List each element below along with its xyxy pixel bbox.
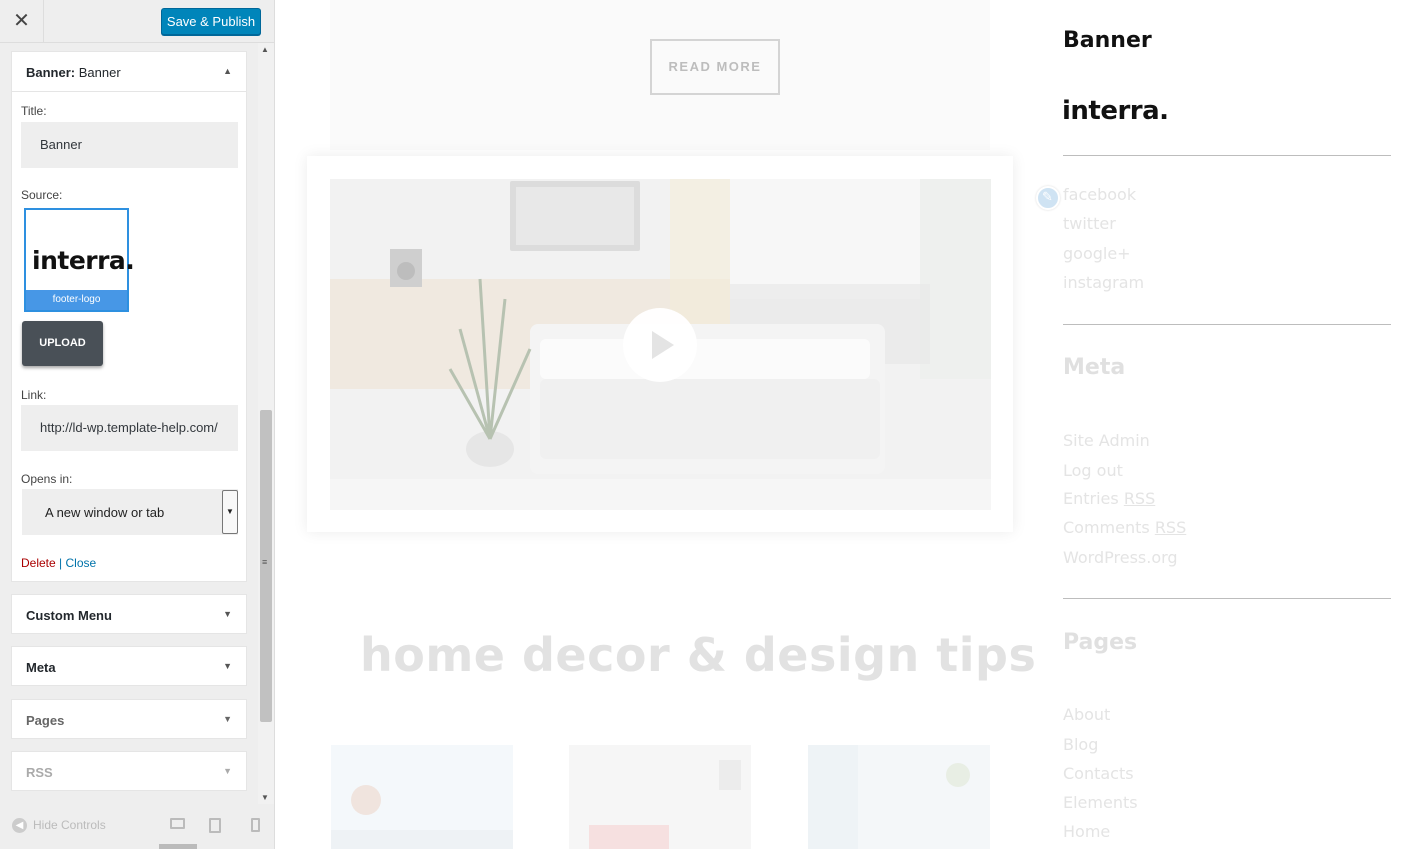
meta-link-log-out[interactable]: Log out bbox=[1063, 461, 1123, 480]
rss-abbr: RSS bbox=[1123, 489, 1156, 508]
section-heading: home decor & design tips bbox=[360, 628, 1037, 682]
delete-widget-link[interactable]: Delete bbox=[21, 556, 56, 570]
social-link-instagram[interactable]: instagram bbox=[1063, 273, 1144, 292]
site-preview: READ MORE home decor & design tips Banne… bbox=[275, 0, 1419, 849]
video-card bbox=[307, 156, 1013, 532]
meta-link-comments-rss[interactable]: Comments RSS bbox=[1063, 518, 1186, 537]
tablet-preview-icon[interactable] bbox=[209, 818, 221, 833]
hide-controls-button[interactable]: ◀ Hide Controls bbox=[12, 818, 106, 834]
upload-button[interactable]: UPLOAD bbox=[22, 321, 103, 366]
custom-menu-widget-title: Custom Menu bbox=[26, 608, 112, 623]
title-input[interactable]: Banner bbox=[21, 122, 238, 168]
widget-instance-name: Banner bbox=[78, 65, 121, 80]
customizer-footer: ◀ Hide Controls bbox=[0, 804, 274, 849]
expand-arrow-icon: ▼ bbox=[223, 766, 232, 776]
meta-heading: Meta bbox=[1063, 355, 1126, 380]
edit-shortcut-button[interactable]: ✎ bbox=[1036, 186, 1060, 210]
custom-menu-widget[interactable]: Custom Menu ▼ bbox=[11, 594, 247, 634]
opens-in-selected-value: A new window or tab bbox=[45, 505, 165, 520]
collapse-left-icon: ◀ bbox=[12, 818, 27, 834]
title-label: Title: bbox=[21, 104, 47, 118]
collapse-arrow-icon[interactable]: ▲ bbox=[223, 66, 232, 76]
expand-arrow-icon: ▼ bbox=[223, 661, 232, 671]
banner-logo[interactable]: interra. bbox=[1062, 96, 1169, 126]
widget-actions: Delete | Close bbox=[21, 556, 96, 570]
select-arrow-icon[interactable]: ▼ bbox=[222, 490, 238, 534]
scroll-down-icon[interactable]: ▼ bbox=[261, 793, 269, 802]
grip-icon: ≡ bbox=[262, 557, 268, 567]
pages-link-elements[interactable]: Elements bbox=[1063, 793, 1138, 812]
close-widget-link[interactable]: Close bbox=[66, 556, 97, 570]
meta-link-label: Entries bbox=[1063, 489, 1124, 508]
post-thumbnail[interactable] bbox=[569, 745, 751, 849]
scrollbar-thumb[interactable]: ≡ bbox=[260, 410, 272, 722]
pencil-icon: ✎ bbox=[1042, 189, 1053, 204]
banner-widget-heading: Banner bbox=[1063, 28, 1152, 53]
meta-widget[interactable]: Meta ▼ bbox=[11, 646, 247, 686]
divider bbox=[1063, 155, 1391, 156]
customizer-header: ✕ Save & Publish bbox=[0, 0, 274, 43]
pages-widget[interactable]: Pages ▼ bbox=[11, 699, 247, 739]
link-input[interactable]: http://ld-wp.template-help.com/ bbox=[21, 405, 238, 451]
save-publish-button[interactable]: Save & Publish bbox=[161, 8, 261, 35]
mobile-preview-icon[interactable] bbox=[251, 818, 260, 832]
widget-type-label: Banner bbox=[26, 65, 71, 80]
pages-heading: Pages bbox=[1063, 630, 1138, 655]
source-image-caption: footer-logo bbox=[26, 290, 127, 310]
divider bbox=[1063, 324, 1391, 325]
pages-link-home[interactable]: Home bbox=[1063, 822, 1110, 841]
close-icon: ✕ bbox=[13, 10, 30, 32]
customizer-sidebar: ✕ Save & Publish Banner: Banner ▲ Title:… bbox=[0, 0, 275, 849]
source-image-thumbnail[interactable]: interra. footer-logo bbox=[24, 208, 135, 312]
hide-controls-label: Hide Controls bbox=[33, 818, 106, 832]
meta-link-site-admin[interactable]: Site Admin bbox=[1063, 431, 1150, 450]
read-more-button[interactable]: READ MORE bbox=[650, 39, 780, 95]
meta-link-wordpress-org[interactable]: WordPress.org bbox=[1063, 548, 1178, 567]
banner-widget-panel: Banner: Banner ▲ Title: Banner Source: i… bbox=[11, 51, 247, 582]
source-label: Source: bbox=[21, 188, 63, 202]
post-image bbox=[808, 745, 970, 849]
pages-link-about[interactable]: About bbox=[1063, 705, 1110, 724]
social-link-google-plus[interactable]: google+ bbox=[1063, 244, 1131, 263]
social-link-twitter[interactable]: twitter bbox=[1063, 214, 1116, 233]
expand-arrow-icon: ▼ bbox=[223, 714, 232, 724]
close-customizer-button[interactable]: ✕ bbox=[0, 0, 44, 42]
pages-link-blog[interactable]: Blog bbox=[1063, 735, 1098, 754]
sidebar-scrollbar[interactable]: ▲ ≡ ▼ bbox=[258, 43, 274, 804]
post-thumbnail[interactable] bbox=[331, 745, 513, 849]
pages-widget-title: Pages bbox=[26, 713, 65, 728]
banner-widget-header[interactable]: Banner: Banner ▲ bbox=[12, 52, 246, 92]
expand-arrow-icon: ▼ bbox=[223, 609, 232, 619]
video-thumbnail[interactable] bbox=[330, 179, 991, 510]
rss-abbr: RSS bbox=[1154, 518, 1187, 537]
play-button[interactable] bbox=[623, 308, 697, 382]
active-device-indicator bbox=[159, 844, 197, 849]
post-excerpt-area: READ MORE bbox=[330, 0, 990, 150]
rss-widget[interactable]: RSS ▼ bbox=[11, 751, 247, 791]
link-label: Link: bbox=[21, 388, 47, 402]
pages-link-contacts[interactable]: Contacts bbox=[1063, 764, 1134, 783]
opens-in-select[interactable]: A new window or tab ▼ bbox=[22, 489, 238, 535]
footer-logo-image: interra. bbox=[32, 246, 135, 275]
meta-widget-title: Meta bbox=[26, 660, 56, 675]
banner-widget-title: Banner: Banner bbox=[26, 65, 121, 80]
meta-link-label: Comments bbox=[1063, 518, 1155, 537]
divider bbox=[1063, 598, 1391, 599]
scroll-up-icon[interactable]: ▲ bbox=[261, 45, 269, 54]
widget-title-separator: : bbox=[70, 65, 79, 80]
post-thumbnail[interactable] bbox=[808, 745, 990, 849]
meta-link-entries-rss[interactable]: Entries RSS bbox=[1063, 489, 1155, 508]
opens-in-label: Opens in: bbox=[21, 472, 73, 486]
action-separator: | bbox=[59, 556, 63, 570]
play-icon bbox=[652, 331, 674, 359]
post-image bbox=[331, 785, 513, 849]
desktop-preview-icon[interactable] bbox=[170, 818, 185, 829]
post-image bbox=[589, 760, 741, 849]
rss-widget-title: RSS bbox=[26, 765, 53, 780]
social-link-facebook[interactable]: facebook bbox=[1063, 185, 1136, 204]
